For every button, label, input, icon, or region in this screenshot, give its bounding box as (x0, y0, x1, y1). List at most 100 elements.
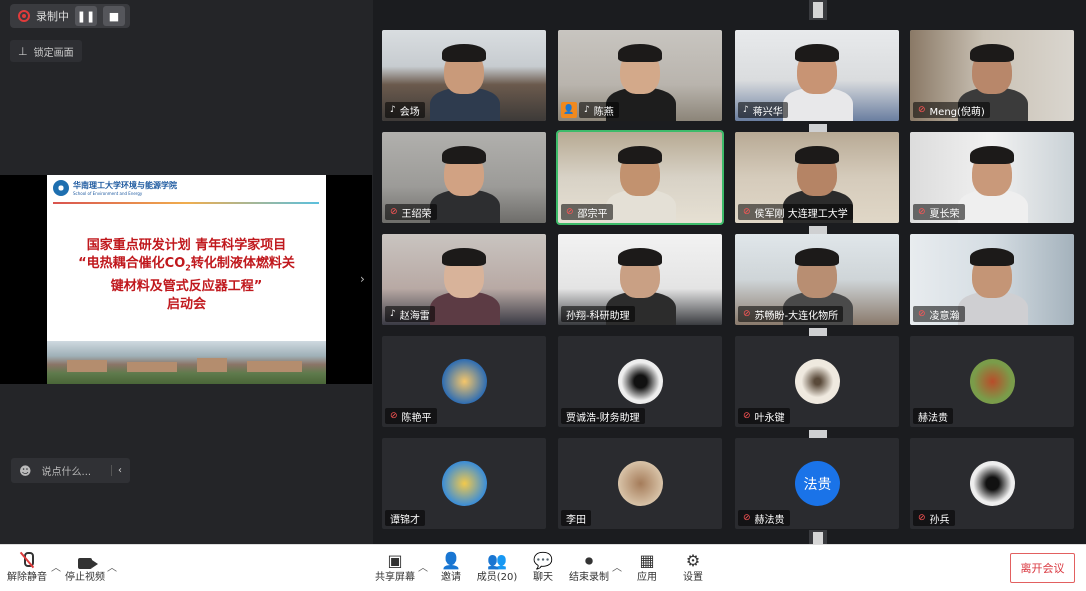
gallery-row-divider (809, 328, 827, 336)
participant-tile[interactable]: 贾诚浩-财务助理 (558, 336, 722, 427)
slide-page: 华南理工大学环境与能源学院 School of Environment and … (47, 175, 326, 384)
leave-meeting-button[interactable]: 离开会议 (1010, 553, 1075, 583)
camera-icon (78, 558, 98, 569)
participant-tile[interactable]: ⊘ 夏长荣 (910, 132, 1074, 223)
gear-icon: ⚙ (685, 551, 701, 570)
stop-video-button[interactable]: 停止视频 (58, 551, 112, 587)
video-options-chevron-icon[interactable]: ︿ (107, 559, 117, 574)
participant-tile[interactable]: 法贵 ⊘ 赫法贵 (735, 438, 899, 529)
unmute-button[interactable]: 解除静音 (0, 551, 54, 587)
recording-dot-icon (18, 10, 30, 22)
gallery-row-divider (809, 226, 827, 234)
mic-muted-icon (21, 551, 34, 569)
participant-tile[interactable]: 谭锦才 (382, 438, 546, 529)
participant-avatar (618, 359, 663, 404)
participant-name: 李田 (566, 514, 586, 526)
participant-name-tag: ⊘ 赫法贵 (738, 510, 790, 526)
participant-name: 陈艳平 (401, 412, 432, 424)
mic-muted-icon: ⊘ (918, 207, 926, 217)
mic-muted-icon: ⊘ (918, 309, 926, 319)
participant-name-tag: ⊘ 侯军刚 大连理工大学 (738, 204, 853, 220)
collapse-chat-icon[interactable]: ‹ (111, 465, 122, 476)
slide-title-line1: 国家重点研发计划 青年科学家项目 (86, 238, 287, 253)
school-emblem-icon (53, 180, 69, 196)
participant-tile[interactable]: 李田 (558, 438, 722, 529)
share-screen-icon: ▣ (387, 551, 403, 570)
expand-panel-icon[interactable]: › (360, 272, 365, 286)
mic-muted-icon: ⊘ (743, 411, 751, 421)
share-screen-button[interactable]: ▣ 共享屏幕 (368, 551, 422, 587)
participant-name-tag: ⊘ 苏畅盼-大连化物所 (738, 306, 844, 322)
participant-name-tag: ⊘ 孙兵 (913, 510, 955, 526)
shared-content-panel: 录制中 ❚❚ ■ ⊥ 锁定画面 华南理工大学环境与能源学院 School of … (0, 0, 373, 544)
lock-view-label: 锁定画面 (33, 47, 74, 59)
lock-view-button[interactable]: ⊥ 锁定画面 (10, 40, 82, 62)
campus-photo (47, 341, 326, 384)
shared-slide: 华南理工大学环境与能源学院 School of Environment and … (0, 175, 372, 384)
mic-muted-icon: ⊘ (390, 207, 398, 217)
participant-name-tag: ♪ 会场 (385, 102, 425, 118)
participant-avatar (618, 461, 663, 506)
participant-avatar (795, 359, 840, 404)
participant-tile[interactable]: 赫法贵 (910, 336, 1074, 427)
participant-avatar (970, 461, 1015, 506)
slide-title-line2: “电热耦合催化CO2转化制液体燃料关 (47, 255, 326, 278)
participant-name: 贾诚浩-财务助理 (566, 412, 640, 424)
mic-icon: ♪ (743, 105, 749, 115)
video-gallery: ♪ 会场 👤 ♪ 陈燕 ♪ 蒋兴华 ⊘ Meng(倪萌) ⊘ 王绍荣 ⊘ 邵宗平 ⊘ 侯军刚 大连理工大学 ⊘… (373, 0, 1086, 544)
settings-button[interactable]: ⚙ 设置 (666, 551, 720, 587)
participant-name: 谭锦才 (390, 514, 420, 526)
participant-tile[interactable]: ⊘ 邵宗平 (556, 130, 724, 225)
pause-recording-button[interactable]: ❚❚ (75, 6, 97, 26)
participant-name-tag: 李田 (561, 510, 591, 526)
participant-name-tag: ⊘ 王绍荣 (385, 204, 437, 220)
participant-tile[interactable]: ⊘ 孙兵 (910, 438, 1074, 529)
slide-title-line2a: “电热耦合催化CO (78, 256, 186, 271)
participant-name: 陈燕 (593, 106, 614, 118)
participant-name-tag: ⊘ 邵宗平 (561, 204, 613, 220)
participant-name: 凌意瀚 (929, 310, 960, 322)
participant-name: 赫法贵 (918, 412, 948, 424)
participant-avatar: 法贵 (795, 461, 840, 506)
participant-tile[interactable]: ⊘ Meng(倪萌) (910, 30, 1074, 121)
pin-icon: ⊥ (18, 44, 28, 58)
participant-tile[interactable]: ⊘ 王绍荣 (382, 132, 546, 223)
participant-tile[interactable]: ♪ 蒋兴华 (735, 30, 899, 121)
participant-tile[interactable]: ⊘ 陈艳平 (382, 336, 546, 427)
slide-divider (53, 202, 319, 204)
emoji-icon[interactable]: ☻ (19, 464, 32, 478)
chat-placeholder: 说点什么... (41, 467, 92, 478)
participant-name-tag: ⊘ 凌意瀚 (913, 306, 965, 322)
chat-input[interactable]: ☻ 说点什么... ‹ (11, 458, 130, 483)
stop-record-button[interactable]: ⏺ 结束录制 (562, 551, 616, 587)
participant-tile[interactable]: ⊘ 侯军刚 大连理工大学 (735, 132, 899, 223)
recording-indicator: 录制中 ❚❚ ■ (10, 4, 130, 28)
participant-tile[interactable]: ⊘ 苏畅盼-大连化物所 (735, 234, 899, 325)
participant-name-tag: 赫法贵 (913, 408, 953, 424)
participant-tile[interactable]: 孙翔-科研助理 (558, 234, 722, 325)
gallery-row-divider (809, 124, 827, 132)
participant-tile[interactable]: ♪ 会场 (382, 30, 546, 121)
participant-name-tag: ⊘ 夏长荣 (913, 204, 965, 220)
participant-name-tag: ⊘ 陈艳平 (385, 408, 437, 424)
share-screen-label: 共享屏幕 (375, 572, 415, 583)
participant-name-tag: 孙翔-科研助理 (561, 306, 635, 322)
stop-recording-button[interactable]: ■ (103, 6, 125, 26)
mic-muted-icon: ⊘ (390, 411, 398, 421)
gallery-scroll-bottom[interactable] (809, 530, 827, 548)
participant-name: 邵宗平 (577, 208, 608, 220)
mic-muted-icon: ⊘ (743, 207, 751, 217)
participant-name: 侯军刚 大连理工大学 (754, 208, 848, 220)
participant-name: 王绍荣 (401, 208, 432, 220)
gallery-scroll-top[interactable] (809, 0, 827, 20)
participant-tile[interactable]: 👤 ♪ 陈燕 (558, 30, 722, 121)
mic-muted-icon: ⊘ (566, 207, 574, 217)
mic-muted-icon: ⊘ (918, 105, 926, 115)
participant-avatar (442, 359, 487, 404)
participant-tile[interactable]: ⊘ 凌意瀚 (910, 234, 1074, 325)
participant-name-tag: ⊘ Meng(倪萌) (913, 102, 990, 118)
participant-tile[interactable]: ♪ 赵海雷 (382, 234, 546, 325)
participant-tile[interactable]: ⊘ 叶永键 (735, 336, 899, 427)
settings-label: 设置 (683, 572, 703, 583)
participant-name: 会场 (399, 106, 420, 118)
